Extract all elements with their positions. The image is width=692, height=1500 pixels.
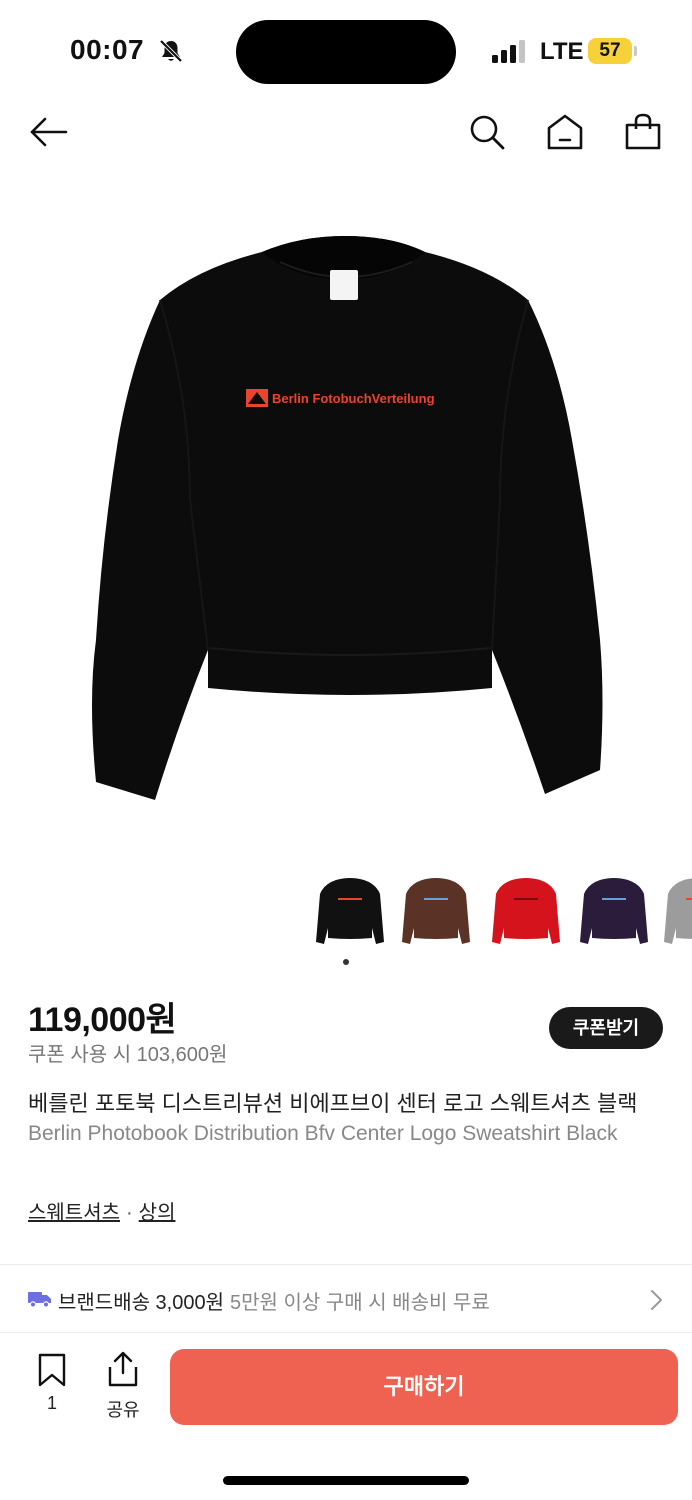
shipping-fee: 브랜드배송 3,000원 [58,1292,225,1314]
product-title-en: Berlin Photobook Distribution Bfv Center… [28,1122,618,1145]
chevron-right-icon [651,1290,662,1310]
thumbnail-brown[interactable] [398,868,474,954]
home-indicator [223,1476,469,1485]
divider [0,1264,692,1265]
bookmark-icon [38,1353,66,1387]
truck-icon [28,1292,51,1308]
signal-icon [492,40,525,63]
breadcrumb: 스웨트셔츠 · 상의 [28,1196,175,1225]
thumbnail-purple[interactable] [576,868,652,954]
shipping-info-row[interactable]: 브랜드배송 3,000원 5만원 이상 구매 시 배송비 무료 [0,1266,692,1332]
product-image[interactable]: Berlin FotobuchVerteilung [0,170,692,860]
back-arrow-icon[interactable] [28,112,68,152]
title-fade [640,1082,692,1152]
battery-icon: 57 [588,38,637,64]
search-icon[interactable] [467,112,507,152]
carousel-indicator [343,959,349,965]
thumbnail-carousel[interactable] [308,868,692,958]
status-time: 00:07 [70,34,145,65]
home-icon[interactable] [545,112,585,152]
shipping-condition: 5만원 이상 구매 시 배송비 무료 [230,1292,490,1314]
bookmark-count: 1 [46,1393,57,1413]
shipping-text: 브랜드배송 3,000원 5만원 이상 구매 시 배송비 무료 [58,1286,490,1315]
coupon-button[interactable]: 쿠폰받기 [549,1007,663,1049]
coupon-price: 쿠폰 사용 시 103,600원 [28,1044,228,1066]
network-type: LTE [540,38,584,65]
thumbnail-red[interactable] [488,868,564,954]
price: 119,000원 [28,1001,177,1039]
bookmark-button[interactable]: 1 [34,1353,70,1421]
thumbnail-gray[interactable] [660,868,692,954]
thumbnail-black[interactable] [312,868,388,954]
dynamic-island [236,20,456,84]
shopping-bag-icon[interactable] [623,112,663,152]
share-label: 공유 [106,1400,140,1420]
share-button[interactable]: 공유 [100,1351,146,1421]
category-link-top[interactable]: 상의 [139,1202,176,1224]
product-title-ko: 베를린 포토북 디스트리뷰션 비에프브이 센터 로고 스웨트셔츠 블랙 [28,1091,638,1116]
battery-level: 57 [588,38,632,64]
print-text: Berlin FotobuchVerteilung [272,391,435,406]
share-icon [108,1351,138,1387]
bell-off-icon [159,39,183,63]
bottom-action-bar: 1 공유 구매하기 [0,1333,692,1433]
buy-button[interactable]: 구매하기 [170,1349,678,1425]
status-bar: 00:07 LTE 57 [0,0,692,100]
category-link-sweatshirt[interactable]: 스웨트셔츠 [28,1202,120,1224]
category-separator: · [126,1202,133,1224]
